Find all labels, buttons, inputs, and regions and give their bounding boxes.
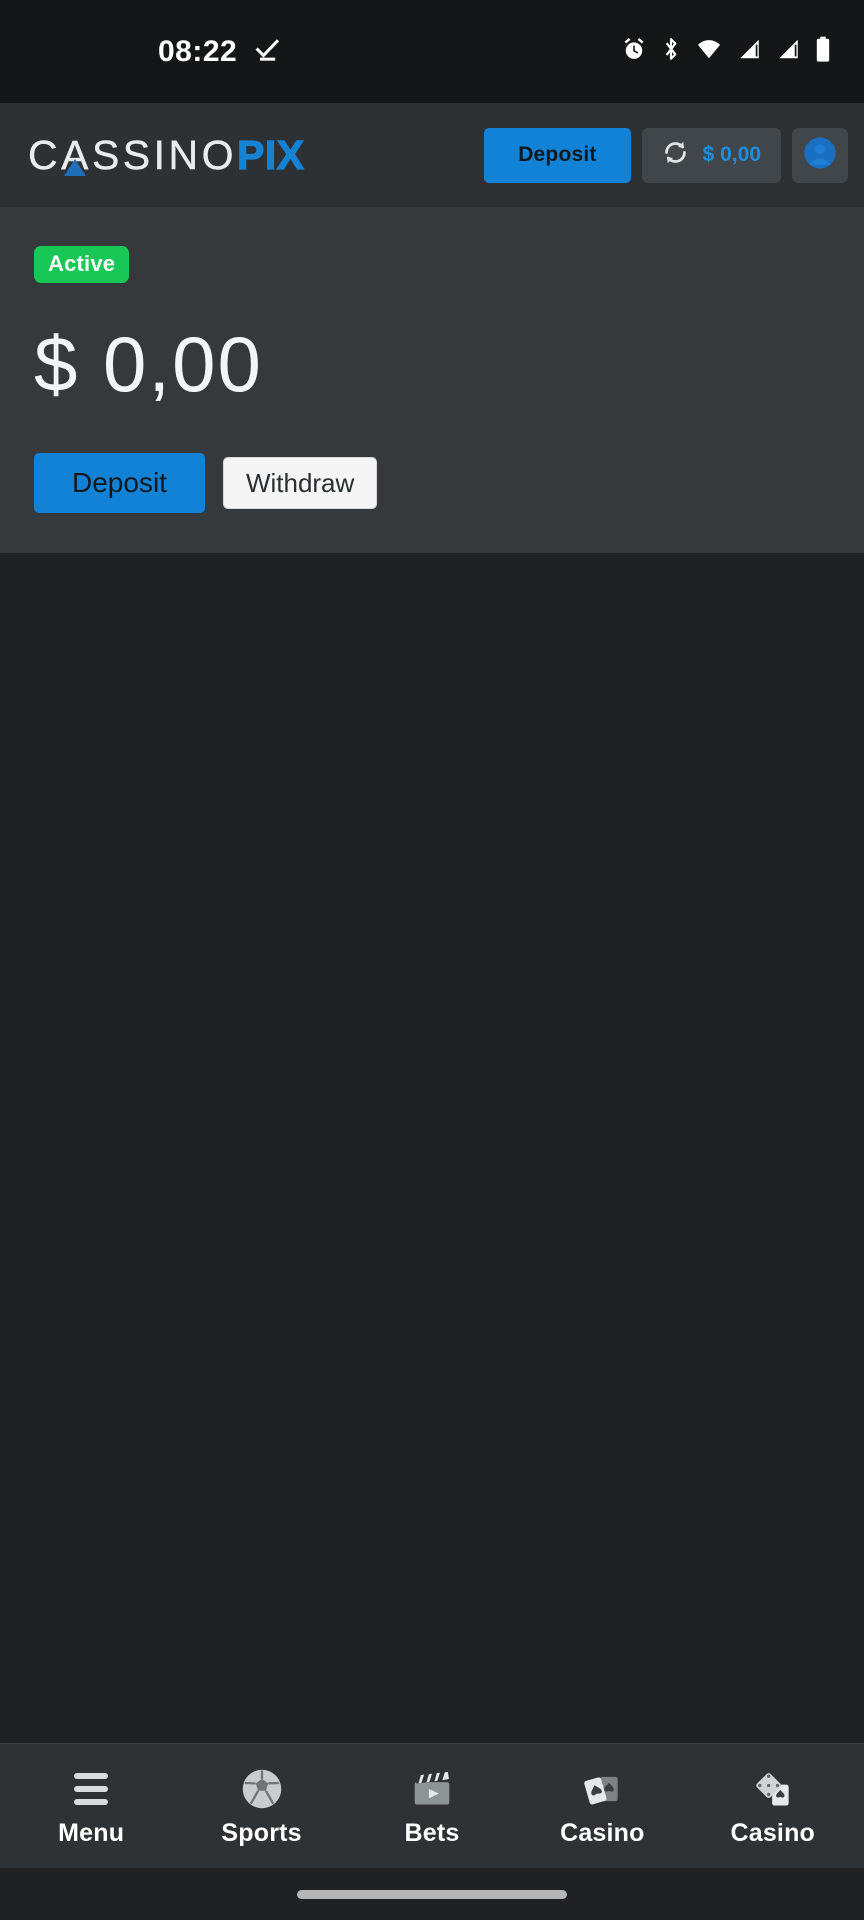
app-root: 08:22 CASSINO PIX Deposit $ 0,00 Active … — [0, 0, 864, 1920]
user-avatar-button[interactable] — [792, 127, 848, 183]
hamburger-menu-icon — [74, 1767, 109, 1811]
nav-label-casino-dice: Casino — [730, 1818, 816, 1847]
account-summary-panel: Active $ 0,00 Deposit Withdraw — [0, 208, 864, 553]
nav-item-menu[interactable]: Menu — [6, 1767, 176, 1846]
header-balance-chip[interactable]: $ 0,00 — [641, 127, 781, 183]
wifi-icon — [695, 36, 723, 67]
header-deposit-button[interactable]: Deposit — [484, 127, 631, 183]
nav-label-menu: Menu — [58, 1818, 125, 1847]
signal-sim2-icon — [775, 36, 801, 67]
account-status-badge: Active — [34, 246, 130, 283]
page-content-area — [0, 553, 864, 1743]
panel-deposit-button[interactable]: Deposit — [34, 453, 205, 513]
clapperboard-icon — [411, 1767, 453, 1811]
logo-text-cassino: CASSINO — [28, 131, 238, 178]
bottom-navigation-bar: Menu Sports Bets Casino Casino — [0, 1743, 864, 1868]
nav-item-bets[interactable]: Bets — [347, 1767, 517, 1846]
account-balance-amount: $ 0,00 — [34, 320, 263, 408]
nav-label-casino-cards: Casino — [560, 1818, 645, 1847]
nav-label-sports: Sports — [221, 1818, 302, 1847]
task-done-icon — [253, 35, 281, 68]
bluetooth-icon — [660, 36, 682, 67]
system-gesture-bar — [0, 1868, 864, 1920]
user-avatar-icon — [803, 136, 837, 175]
site-logo[interactable]: CASSINO PIX — [28, 132, 305, 178]
signal-sim1-icon — [736, 36, 762, 67]
nav-item-sports[interactable]: Sports — [176, 1767, 346, 1846]
account-action-buttons: Deposit Withdraw — [34, 453, 830, 513]
playing-cards-icon — [581, 1767, 623, 1811]
alarm-icon — [621, 36, 647, 67]
nav-label-bets: Bets — [404, 1818, 460, 1847]
gesture-home-pill[interactable] — [297, 1889, 567, 1899]
soccer-ball-icon — [241, 1767, 283, 1811]
panel-withdraw-button[interactable]: Withdraw — [222, 457, 378, 509]
nav-item-casino-cards[interactable]: Casino — [517, 1767, 687, 1846]
status-bar-clock: 08:22 — [158, 34, 238, 68]
nav-item-casino-dice[interactable]: Casino — [688, 1767, 858, 1846]
status-bar-left: 08:22 — [0, 35, 281, 68]
status-bar-right — [621, 36, 842, 68]
dice-card-icon — [752, 1767, 794, 1811]
system-status-bar: 08:22 — [0, 0, 864, 103]
logo-text-pix: PIX — [236, 131, 305, 178]
refresh-icon[interactable] — [662, 139, 689, 171]
battery-icon — [814, 36, 832, 68]
logo-triangle-icon — [64, 159, 86, 176]
site-header: CASSINO PIX Deposit $ 0,00 — [0, 103, 864, 208]
header-balance-amount: $ 0,00 — [702, 143, 761, 166]
header-actions: Deposit $ 0,00 — [484, 127, 848, 183]
